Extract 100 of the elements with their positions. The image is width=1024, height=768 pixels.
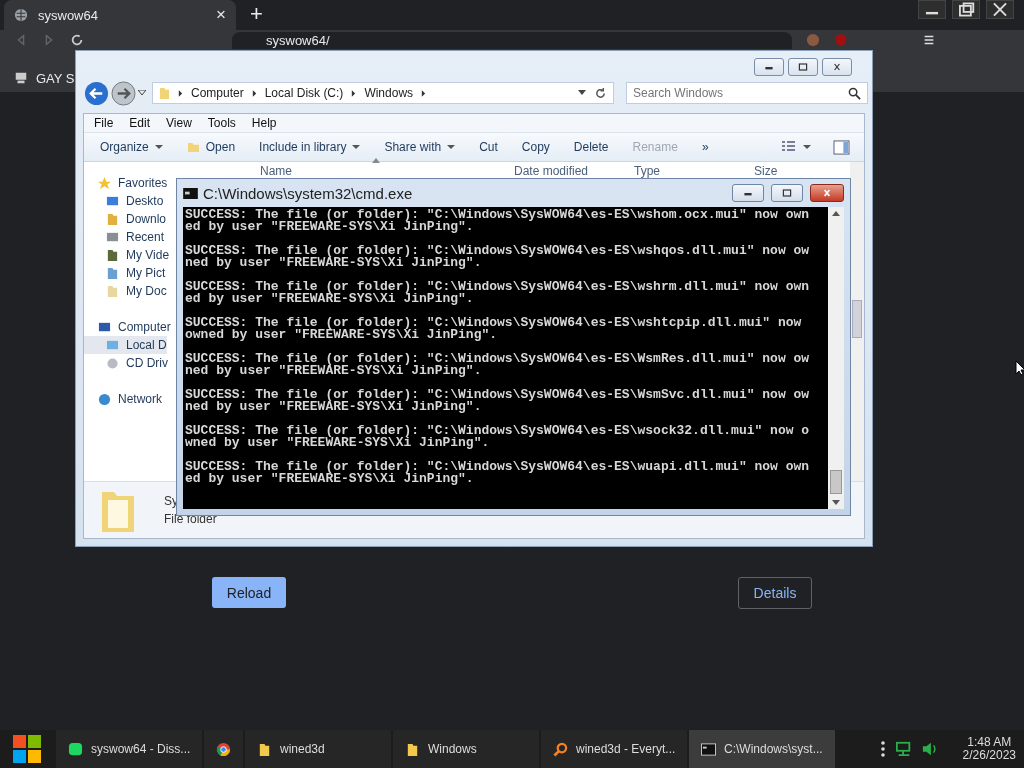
nav-item[interactable]: My Doc — [84, 282, 167, 300]
breadcrumb-item[interactable]: Local Disk (C:) — [264, 86, 344, 100]
speaker-icon[interactable] — [920, 741, 939, 757]
column-header[interactable]: Size — [754, 164, 778, 178]
menu-item[interactable]: Help — [251, 116, 277, 130]
taskbar-button[interactable]: Windows — [393, 730, 539, 768]
caret-icon — [447, 144, 456, 150]
scroll-down-icon[interactable] — [832, 500, 840, 505]
cursor-icon — [1015, 360, 1024, 376]
more-button[interactable]: » — [693, 138, 717, 156]
minimize-button[interactable] — [754, 58, 784, 76]
breadcrumb-item[interactable]: Computer — [191, 86, 244, 100]
breadcrumb-item[interactable]: Windows — [364, 86, 414, 100]
reload-icon[interactable] — [70, 33, 84, 47]
clock[interactable]: 1:48 AM 2/26/2023 — [962, 736, 1016, 762]
console-line: ned by user "FREEWARE-SYS\Xi JinPing". — [185, 257, 482, 269]
preview-pane-icon[interactable] — [833, 139, 850, 155]
nav-item[interactable]: Deskto — [84, 192, 164, 210]
maximize-icon — [797, 63, 809, 71]
chevron-icon[interactable] — [251, 89, 257, 97]
console-icon — [183, 187, 198, 199]
desktop-icon — [106, 194, 119, 208]
scroll-thumb[interactable] — [830, 470, 842, 494]
column-header[interactable]: Date modified — [514, 164, 589, 178]
search-icon — [848, 86, 861, 100]
address-bar[interactable]: Computer Local Disk (C:) Windows — [152, 82, 614, 104]
toolbar-button[interactable]: Open — [178, 138, 244, 156]
menu-item[interactable]: File — [94, 116, 114, 130]
taskbar-button[interactable]: wined3d - Everyt... — [541, 730, 687, 768]
close-tab-button[interactable]: × — [216, 5, 226, 25]
chevron-icon[interactable] — [178, 89, 183, 97]
console-line: ed by user "FREEWARE-SYS\Xi JinPing". — [185, 473, 474, 485]
forward-button[interactable] — [111, 80, 136, 106]
toolbar-button[interactable]: Delete — [565, 138, 617, 156]
tab-title: syswow64 — [38, 7, 99, 23]
maximize-button[interactable] — [771, 184, 803, 202]
caret-icon — [154, 144, 163, 150]
dropdown-button[interactable]: Include in library — [251, 138, 369, 156]
details-button[interactable]: Details — [738, 577, 812, 609]
column-header[interactable]: Type — [634, 164, 660, 178]
console-line: SUCCESS: The file (or folder): "C:\Windows\SysWOW64\es-ES\wshrm.dll.mui" now own — [185, 281, 811, 293]
close-button[interactable] — [810, 184, 844, 202]
nav-item[interactable]: Computer — [84, 318, 171, 336]
close-icon[interactable] — [986, 0, 1014, 19]
menu-icon[interactable] — [922, 33, 936, 47]
caret-icon[interactable] — [578, 90, 586, 96]
console-line: SUCCESS: The file (or folder): "C:\Windows\SysWOW64\es-ES\wshtcpip.dll.mui" now — [185, 317, 803, 329]
taskbar-button[interactable]: C:\Windows\syst... — [689, 730, 835, 768]
more-icon[interactable] — [878, 739, 887, 759]
close-button[interactable] — [822, 58, 852, 76]
taskbar-button[interactable] — [204, 730, 243, 768]
folder-icon — [405, 741, 420, 757]
globe-icon — [14, 8, 28, 22]
dropdown-button[interactable]: Organize — [92, 138, 171, 156]
network-icon[interactable] — [894, 741, 913, 757]
column-header[interactable]: Name — [260, 164, 292, 178]
nav-item[interactable]: Downlo — [84, 210, 167, 228]
scrollbar[interactable] — [828, 207, 844, 509]
menu-item[interactable]: Edit — [129, 116, 151, 130]
back-button[interactable] — [84, 80, 109, 106]
chevron-icon[interactable] — [421, 89, 427, 97]
close-icon — [831, 63, 843, 71]
nav-item[interactable]: Local D — [84, 336, 167, 354]
view-options-icon[interactable] — [781, 140, 811, 154]
search-box[interactable]: Search Windows — [626, 82, 868, 104]
console-line: ned by user "FREEWARE-SYS\Xi JinPing". — [185, 365, 482, 377]
nav-item[interactable]: My Pict — [84, 264, 166, 282]
bookmark-link[interactable]: GAY S — [36, 70, 75, 86]
dropdown-button[interactable]: Share with — [376, 138, 464, 156]
nav-item[interactable]: Favorites — [84, 174, 168, 192]
toolbar-button[interactable]: Copy — [513, 138, 558, 156]
minimize-icon[interactable] — [918, 0, 946, 19]
scroll-thumb[interactable] — [852, 300, 862, 338]
search-field[interactable]: Search Windows — [633, 84, 848, 102]
caret-icon[interactable] — [138, 90, 146, 96]
taskbar-button[interactable]: syswow64 - Diss... — [56, 730, 202, 768]
scroll-up-icon[interactable] — [832, 211, 840, 216]
nav-item[interactable]: My Vide — [84, 246, 170, 264]
reload-button[interactable]: Reload — [212, 577, 286, 608]
close-icon — [821, 189, 833, 197]
console-line: ed by user "FREEWARE-SYS\Xi JinPing". — [185, 293, 474, 305]
chevron-icon[interactable] — [351, 89, 357, 97]
restore-icon[interactable] — [952, 0, 980, 19]
browser-tab[interactable]: syswow64 × — [4, 0, 236, 30]
refresh-icon[interactable] — [594, 86, 607, 100]
nav-item[interactable]: Network — [84, 390, 162, 408]
maximize-button[interactable] — [788, 58, 818, 76]
browser-icon — [216, 741, 231, 757]
taskbar-button[interactable]: wined3d — [245, 730, 391, 768]
address-bar[interactable]: syswow64/ — [232, 32, 792, 49]
minimize-button[interactable] — [732, 184, 764, 202]
nav-item[interactable]: Recent — [84, 228, 165, 246]
search-icon — [553, 741, 568, 757]
menu-item[interactable]: Tools — [207, 116, 236, 130]
toolbar-button[interactable]: Cut — [471, 138, 506, 156]
new-tab-button[interactable]: + — [250, 1, 263, 27]
menu-item[interactable]: View — [166, 116, 192, 130]
folder-icon — [159, 86, 170, 100]
nav-item[interactable]: CD Driv — [84, 354, 168, 372]
start-button[interactable] — [12, 734, 42, 764]
